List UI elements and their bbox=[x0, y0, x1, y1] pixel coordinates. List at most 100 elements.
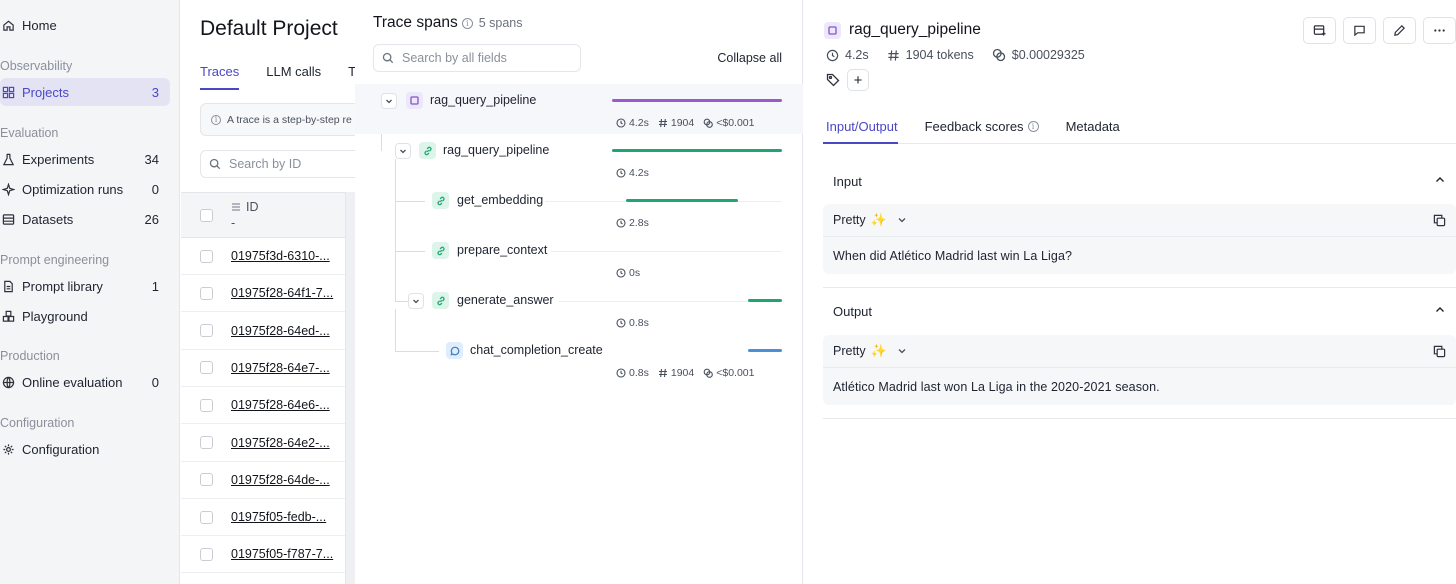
row-checkbox[interactable] bbox=[200, 547, 213, 561]
row-checkbox[interactable] bbox=[200, 249, 213, 263]
row-checkbox[interactable] bbox=[200, 324, 213, 338]
coins-icon bbox=[703, 118, 714, 128]
sidebar-item-label: Optimization runs bbox=[22, 181, 124, 197]
row-checkbox[interactable] bbox=[200, 361, 213, 375]
sparkles-icon: ✨ bbox=[870, 343, 887, 358]
hash-icon bbox=[658, 118, 667, 128]
add-to-dataset-button[interactable] bbox=[1303, 17, 1336, 44]
pencil-icon bbox=[1394, 25, 1405, 36]
trace-id-link[interactable]: 01975f28-64e6-... bbox=[231, 398, 330, 412]
table-row[interactable]: 01975f28-64de-... bbox=[181, 462, 356, 499]
table-row[interactable]: 01975f3d-6310-... bbox=[181, 238, 356, 275]
tab-traces[interactable]: Traces bbox=[200, 64, 240, 90]
sidebar-item-online-evaluation[interactable]: Online evaluation 0 bbox=[0, 368, 170, 396]
comments-button[interactable] bbox=[1343, 17, 1376, 44]
add-tag-button[interactable]: + bbox=[847, 69, 869, 91]
tab-metadata[interactable]: Metadata bbox=[1066, 118, 1120, 144]
span-name: prepare_context bbox=[457, 243, 548, 257]
more-options-button[interactable] bbox=[1423, 17, 1456, 44]
span-row[interactable]: chat_completion_create 0.8s 1904 <$0.001 bbox=[355, 334, 803, 384]
sidebar-item-prompt-library[interactable]: Prompt library 1 bbox=[0, 272, 170, 300]
span-search-input[interactable]: Search by all fields bbox=[373, 44, 581, 72]
span-meta: 0.8s 1904 <$0.001 bbox=[616, 367, 763, 379]
edit-button[interactable] bbox=[1383, 17, 1416, 44]
trace-id-link[interactable]: 01975f05-f787-7... bbox=[231, 547, 333, 561]
table-row[interactable]: 01975f28-64e6-... bbox=[181, 387, 356, 425]
trace-id-link[interactable]: 01975f28-64e7-... bbox=[231, 361, 330, 375]
row-checkbox[interactable] bbox=[200, 510, 213, 524]
input-box: Pretty ✨ When did Atlético Madrid last w… bbox=[823, 204, 1456, 274]
table-row[interactable]: 01975f28-64e2-... bbox=[181, 425, 356, 462]
search-input[interactable]: Search by ID bbox=[200, 150, 370, 178]
input-section-header[interactable]: Input bbox=[823, 161, 1456, 201]
column-header-filter: - bbox=[231, 216, 236, 230]
sidebar-section-production: Production bbox=[0, 349, 60, 363]
trace-id-link[interactable]: 01975f28-64ed-... bbox=[231, 324, 330, 338]
span-row[interactable]: prepare_context 0s bbox=[355, 234, 803, 284]
select-all-checkbox[interactable] bbox=[200, 209, 213, 222]
sidebar-item-datasets[interactable]: Datasets 26 bbox=[0, 205, 170, 233]
table-row[interactable]: 01975f05-f787-7... bbox=[181, 536, 356, 574]
table-row[interactable]: 01975f05-fedb-... bbox=[181, 499, 356, 537]
output-text: Atlético Madrid last won La Liga in the … bbox=[833, 380, 1160, 394]
table-row[interactable]: 01975f28-64f1-7... bbox=[181, 275, 356, 313]
chevron-up-icon bbox=[1436, 177, 1444, 182]
collapse-toggle[interactable] bbox=[395, 143, 411, 159]
clock-icon bbox=[616, 318, 626, 328]
row-checkbox[interactable] bbox=[200, 473, 213, 487]
span-name: rag_query_pipeline bbox=[443, 143, 550, 157]
span-row[interactable]: get_embedding 2.8s bbox=[355, 184, 803, 234]
tab-feedback-scores[interactable]: Feedback scores i bbox=[925, 118, 1039, 144]
copy-icon[interactable] bbox=[1433, 345, 1446, 358]
table-row[interactable]: 01975f28-64ed-... bbox=[181, 313, 356, 350]
row-checkbox[interactable] bbox=[200, 398, 213, 412]
span-track bbox=[551, 251, 782, 252]
divider bbox=[823, 418, 1456, 419]
globe-icon bbox=[1, 375, 15, 389]
gear-icon bbox=[1, 442, 15, 456]
row-checkbox[interactable] bbox=[200, 436, 213, 449]
sidebar-item-playground[interactable]: Playground bbox=[0, 302, 170, 330]
database-icon bbox=[1, 212, 15, 226]
sidebar-item-count: 1 bbox=[151, 278, 159, 294]
span-tokens: 1904 bbox=[670, 367, 695, 379]
trace-id-link[interactable]: 01975f28-64f1-7... bbox=[231, 286, 333, 300]
page-title: Default Project bbox=[200, 17, 338, 40]
detail-duration: 4.2s bbox=[845, 48, 869, 62]
sidebar-item-optimization-runs[interactable]: Optimization runs 0 bbox=[0, 175, 170, 203]
sidebar-item-configuration[interactable]: Configuration bbox=[0, 435, 170, 463]
format-selector[interactable]: Pretty ✨ bbox=[823, 204, 1456, 237]
trace-id-link[interactable]: 01975f28-64e2-... bbox=[231, 436, 330, 450]
coins-icon bbox=[992, 48, 1005, 62]
info-icon: i bbox=[461, 17, 473, 29]
info-banner: i A trace is a step-by-step re bbox=[200, 103, 370, 136]
span-row[interactable]: rag_query_pipeline 4.2s bbox=[355, 134, 803, 184]
tab-llm-calls[interactable]: LLM calls bbox=[266, 64, 321, 90]
flask-icon bbox=[1, 152, 15, 166]
collapse-all-button[interactable]: Collapse all bbox=[717, 51, 782, 65]
trace-id-link[interactable]: 01975f05-fedb-... bbox=[231, 510, 326, 524]
copy-icon[interactable] bbox=[1433, 214, 1446, 227]
collapse-toggle[interactable] bbox=[408, 293, 424, 309]
table-row[interactable]: 01975f28-64e7-... bbox=[181, 350, 356, 387]
trace-id-link[interactable]: 01975f3d-6310-... bbox=[231, 249, 330, 263]
grid-icon bbox=[1, 85, 15, 99]
collapse-toggle[interactable] bbox=[381, 93, 397, 109]
sidebar-item-projects[interactable]: Projects 3 bbox=[0, 78, 170, 106]
sparkle-icon bbox=[1, 182, 15, 196]
sidebar-item-count: 0 bbox=[151, 181, 159, 197]
tab-input-output[interactable]: Input/Output bbox=[823, 118, 898, 144]
format-selector[interactable]: Pretty ✨ bbox=[823, 335, 1456, 368]
row-checkbox[interactable] bbox=[200, 286, 213, 300]
trace-spans-panel: Trace spans i 5 spans Search by all fiel… bbox=[355, 0, 803, 584]
span-row[interactable]: rag_query_pipeline 4.2s 1904 <$0.001 bbox=[355, 84, 803, 134]
sidebar-item-home[interactable]: Home bbox=[0, 11, 170, 39]
trace-id-link[interactable]: 01975f28-64de-... bbox=[231, 473, 330, 487]
column-header-id[interactable]: ID bbox=[231, 200, 259, 214]
clock-icon bbox=[616, 368, 626, 378]
output-section-header[interactable]: Output bbox=[823, 291, 1456, 331]
blocks-icon bbox=[1, 309, 15, 323]
span-row[interactable]: generate_answer 0.8s bbox=[355, 284, 803, 334]
database-add-icon bbox=[1313, 25, 1326, 36]
sidebar-item-experiments[interactable]: Experiments 34 bbox=[0, 145, 170, 173]
